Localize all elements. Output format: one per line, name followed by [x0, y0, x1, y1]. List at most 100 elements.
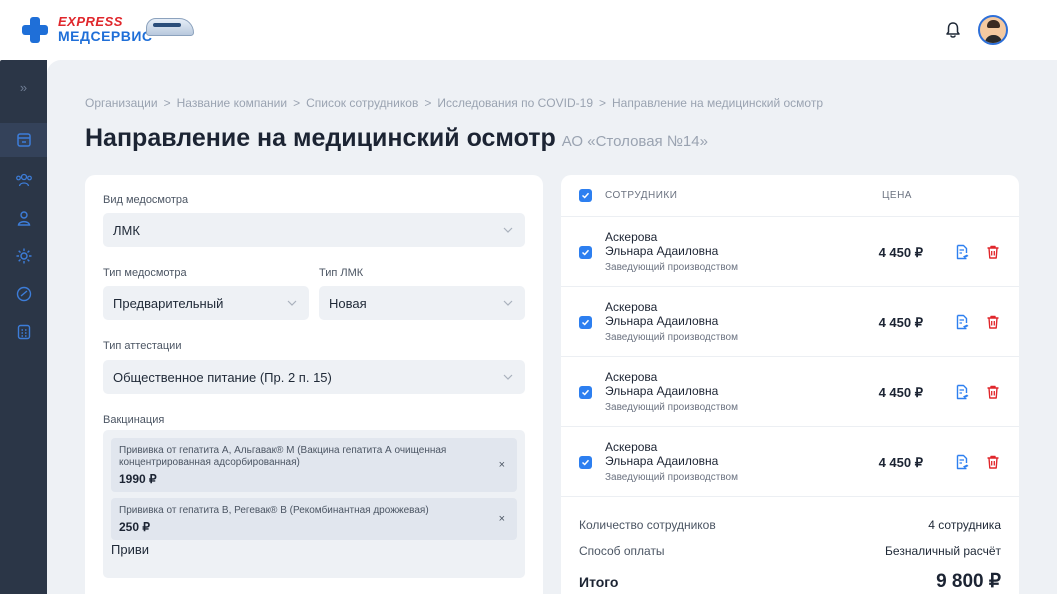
table-row: Аскерова Эльнара Адаиловна Заведующий пр… [561, 357, 1019, 427]
chevron-down-icon [287, 300, 297, 306]
employee-position: Заведующий производством [605, 472, 738, 483]
top-bar: EXPRESS МЕДСЕРВИС [0, 0, 1057, 60]
chevron-down-icon [503, 227, 513, 233]
employee-name: Эльнара Адаиловна [605, 314, 719, 328]
bell-icon[interactable] [943, 20, 963, 40]
employee-count-label: Количество сотрудников [579, 518, 716, 532]
sidebar-item-profile[interactable] [0, 201, 47, 235]
main-content: Организации > Название компании > Список сот… [47, 60, 1057, 594]
user-avatar[interactable] [978, 15, 1008, 45]
breadcrumb-separator: > [599, 96, 607, 110]
employee-position: Заведующий производством [605, 332, 738, 343]
employee-name: Эльнара Адаиловна [605, 454, 719, 468]
table-row: Аскерова Эльнара Адаиловна Заведующий пр… [561, 287, 1019, 357]
company-logo[interactable]: EXPRESS МЕДСЕРВИС [22, 14, 197, 48]
vaccination-price: 250 ₽ [119, 520, 150, 534]
breadcrumb-item[interactable]: Список сотрудников [306, 96, 418, 110]
sidebar-item-store[interactable] [0, 123, 47, 157]
check-icon [581, 459, 590, 466]
row-checkbox[interactable] [579, 386, 592, 399]
employee-price: 4 450 ₽ [878, 455, 923, 470]
user-icon [17, 211, 30, 226]
breadcrumb-separator: > [163, 96, 171, 110]
check-icon [581, 389, 590, 396]
exam-kind-value: ЛМК [113, 222, 140, 238]
trash-icon[interactable] [985, 314, 1001, 330]
chevron-down-icon [503, 374, 513, 380]
exam-type-value: Предварительный [113, 295, 224, 311]
employees-card: СОТРУДНИКИ ЦЕНА Аскерова Эльнара Адаилов… [561, 175, 1019, 594]
employee-name: Эльнара Адаиловна [605, 244, 719, 258]
calculator-icon [17, 324, 30, 340]
attestation-value: Общественное питание (Пр. 2 п. 15) [113, 369, 332, 385]
logo-text-medservice: МЕДСЕРВИС [58, 28, 153, 44]
exam-form-card: Вид медосмотра ЛМК Тип медосмотра Предва… [85, 175, 543, 594]
employee-count-value: 4 сотрудника [928, 518, 1001, 532]
page-subtitle: АО «Столовая №14» [561, 133, 708, 150]
total-label: Итого [579, 574, 619, 590]
breadcrumb-current: Направление на медицинский осмотр [612, 96, 824, 110]
attestation-select[interactable]: Общественное питание (Пр. 2 п. 15) [103, 360, 525, 394]
vaccination-chip: Прививка от гепатита А, Альгавак® М (Вак… [111, 438, 517, 492]
total-value: 9 800 ₽ [936, 571, 1001, 592]
row-checkbox[interactable] [579, 246, 592, 259]
table-row: Аскерова Эльнара Адаиловна Заведующий пр… [561, 427, 1019, 497]
edit-document-icon[interactable] [954, 244, 970, 260]
exam-type-select[interactable]: Предварительный [103, 286, 309, 320]
breadcrumb-item[interactable]: Исследования по COVID-19 [437, 96, 593, 110]
edit-document-icon[interactable] [954, 384, 970, 400]
employee-position: Заведующий производством [605, 262, 738, 273]
vaccination-multiselect[interactable]: Прививка от гепатита А, Альгавак® М (Вак… [103, 430, 525, 578]
select-all-checkbox[interactable] [579, 189, 592, 202]
employees-table-header: СОТРУДНИКИ ЦЕНА [561, 175, 1019, 217]
employee-surname: Аскерова [605, 230, 658, 244]
attestation-label: Тип аттестации [103, 340, 182, 352]
employee-surname: Аскерова [605, 370, 658, 384]
breadcrumb-item[interactable]: Организации [85, 96, 158, 110]
sidebar: » [0, 60, 47, 594]
employees-column-header: СОТРУДНИКИ [605, 190, 678, 201]
employee-price: 4 450 ₽ [878, 315, 923, 330]
lmk-type-label: Тип ЛМК [319, 267, 364, 279]
sidebar-item-settings[interactable] [0, 239, 47, 273]
lmk-type-select[interactable]: Новая [319, 286, 525, 320]
trash-icon[interactable] [985, 244, 1001, 260]
chevron-down-icon [503, 300, 513, 306]
check-icon [581, 249, 590, 256]
employee-surname: Аскерова [605, 440, 658, 454]
logo-text-express: EXPRESS [58, 14, 123, 29]
sidebar-expand-icon[interactable]: » [0, 70, 47, 104]
remove-chip-icon[interactable]: × [499, 513, 505, 525]
employee-price: 4 450 ₽ [878, 385, 923, 400]
payment-method-value: Безналичный расчёт [885, 544, 1001, 558]
row-checkbox[interactable] [579, 456, 592, 469]
sidebar-item-users[interactable] [0, 163, 47, 197]
check-icon [581, 192, 590, 199]
exam-kind-select[interactable]: ЛМК [103, 213, 525, 247]
trash-icon[interactable] [985, 384, 1001, 400]
gauge-icon [16, 286, 31, 302]
check-icon [581, 319, 590, 326]
lmk-type-value: Новая [329, 295, 367, 311]
vaccination-price: 1990 ₽ [119, 472, 157, 486]
page-title-text: Направление на медицинский осмотр [85, 124, 556, 152]
edit-document-icon[interactable] [954, 454, 970, 470]
settings-icon [16, 248, 31, 264]
employee-surname: Аскерова [605, 300, 658, 314]
employee-price: 4 450 ₽ [878, 245, 923, 260]
payment-method-label: Способ оплаты [579, 544, 665, 558]
table-row: Аскерова Эльнара Адаиловна Заведующий пр… [561, 217, 1019, 287]
train-icon [146, 18, 194, 36]
sidebar-item-calculator[interactable] [0, 315, 47, 349]
sidebar-item-dashboard[interactable] [0, 277, 47, 311]
trash-icon[interactable] [985, 454, 1001, 470]
breadcrumb-item[interactable]: Название компании [177, 96, 287, 110]
breadcrumb-separator: > [424, 96, 432, 110]
vaccination-name: Прививка от гепатита В, Регевак® В (Реко… [119, 505, 429, 516]
exam-type-label: Тип медосмотра [103, 267, 187, 279]
edit-document-icon[interactable] [954, 314, 970, 330]
remove-chip-icon[interactable]: × [499, 459, 505, 471]
users-icon [15, 173, 32, 187]
vaccination-search-input[interactable]: Приви [111, 542, 149, 557]
row-checkbox[interactable] [579, 316, 592, 329]
